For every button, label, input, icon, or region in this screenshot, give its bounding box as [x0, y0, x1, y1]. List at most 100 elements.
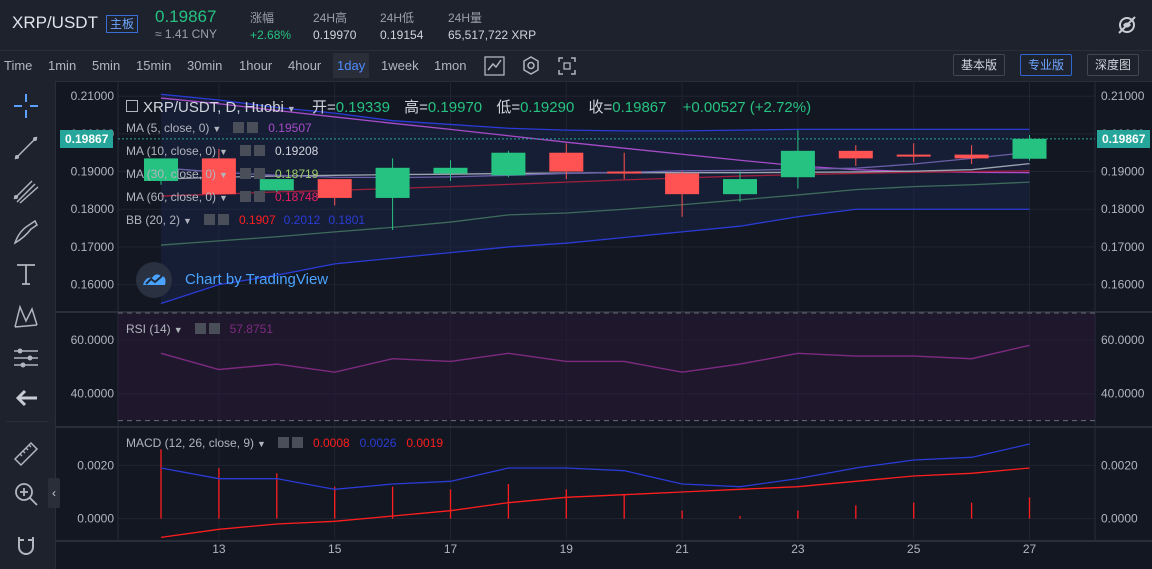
- settings-icon[interactable]: [194, 323, 206, 334]
- time-axis-label: 13: [212, 542, 226, 556]
- close-value: 0.19867: [612, 99, 667, 116]
- open-value: 0.19339: [335, 99, 390, 116]
- macd-line: [160, 443, 1030, 490]
- last-price: 0.19867: [155, 7, 217, 26]
- tf-30min[interactable]: 30min: [187, 58, 222, 73]
- rsi-axis-label: 60.0000: [1101, 333, 1145, 347]
- collapse-pane-icon[interactable]: [126, 100, 138, 112]
- bb-legend[interactable]: BB (20, 2) ▼ 0.1907 0.2012 0.1801: [126, 213, 365, 227]
- tf-4hour[interactable]: 4hour: [288, 58, 321, 73]
- close-icon[interactable]: [208, 323, 220, 334]
- tf-1day[interactable]: 1day: [333, 53, 370, 78]
- rsi-axis-label: 60.0000: [71, 333, 115, 347]
- close-icon[interactable]: [253, 191, 265, 202]
- ma30-legend[interactable]: MA (30, close, 0) ▼ 0.18719: [126, 167, 318, 181]
- change-value: +0.00527 (+2.72%): [682, 99, 812, 116]
- low-label: 低=: [496, 99, 521, 116]
- time-axis-label: 15: [328, 542, 342, 556]
- macd-signal-value: 0.0026: [359, 436, 397, 450]
- time-axis-label: 23: [791, 542, 805, 556]
- fullscreen-icon[interactable]: [554, 53, 580, 79]
- candle-body: [1012, 138, 1047, 159]
- candle-body: [665, 173, 700, 195]
- price-axis-label: 0.21000: [1101, 89, 1145, 103]
- stat-value-change: +2.68%: [250, 28, 292, 42]
- close-icon[interactable]: [217, 214, 229, 225]
- time-axis-label: 17: [444, 542, 458, 556]
- open-label: 开=: [311, 99, 336, 116]
- time-axis-label: 21: [675, 542, 689, 556]
- tradingview-watermark[interactable]: Chart by TradingView: [185, 271, 328, 288]
- ma5-legend[interactable]: MA (5, close, 0) ▼ 0.19507: [126, 121, 312, 135]
- tf-5min[interactable]: 5min: [92, 58, 120, 73]
- ma10-value: 0.19208: [274, 144, 319, 158]
- settings-icon[interactable]: [203, 214, 215, 225]
- bb-name: BB (20, 2): [126, 213, 181, 227]
- ma10-legend[interactable]: MA (10, close, 0) ▼ 0.19208: [126, 144, 318, 158]
- close-icon[interactable]: [253, 168, 265, 179]
- indicators-icon[interactable]: [518, 53, 544, 79]
- price-axis-label: 0.17000: [71, 240, 115, 254]
- settings-icon[interactable]: [239, 191, 251, 202]
- ruler-icon[interactable]: [11, 437, 41, 467]
- tradingview-logo-icon[interactable]: [136, 262, 172, 298]
- tf-15min[interactable]: 15min: [136, 58, 171, 73]
- tf-1hour[interactable]: 1hour: [239, 58, 272, 73]
- macd-axis-label: 0.0020: [1101, 458, 1138, 472]
- chart-style-icon[interactable]: [482, 53, 508, 79]
- text-tool-icon[interactable]: [11, 259, 41, 289]
- ma60-legend[interactable]: MA (60, close, 0) ▼ 0.18748: [126, 190, 318, 204]
- candle-body: [433, 167, 468, 174]
- rsi-legend[interactable]: RSI (14) ▼ 57.8751: [126, 322, 273, 336]
- ma5-name: MA (5, close, 0): [126, 121, 210, 135]
- price-axis-label: 0.17000: [1101, 240, 1145, 254]
- settings-icon[interactable]: [239, 145, 251, 156]
- tf-1week[interactable]: 1week: [381, 58, 419, 73]
- settings-icon[interactable]: [239, 168, 251, 179]
- stat-value-high: 0.19970: [313, 28, 357, 42]
- time-axis-label: 19: [560, 542, 574, 556]
- chart-toolbar: Time 1min 5min 15min 30min 1hour 4hour 1…: [0, 50, 1152, 82]
- main-legend: XRP/USDT, D, Huobi ▼ 开=0.19339 高=0.19970 …: [126, 96, 811, 117]
- view-basic-button[interactable]: 基本版: [953, 54, 1006, 76]
- settings-icon[interactable]: [277, 437, 289, 448]
- tf-1mon[interactable]: 1mon: [434, 58, 467, 73]
- current-price-tag-left: 0.19867: [60, 130, 114, 148]
- tf-1min[interactable]: 1min: [48, 58, 76, 73]
- back-arrow-icon[interactable]: [11, 383, 41, 413]
- close-label: 收=: [588, 99, 613, 116]
- zoom-in-icon[interactable]: [11, 479, 41, 509]
- settings-icon[interactable]: [233, 122, 245, 133]
- board-badge[interactable]: 主板: [106, 15, 139, 33]
- view-pro-button[interactable]: 专业版: [1020, 54, 1073, 76]
- close-icon[interactable]: [247, 122, 259, 133]
- magnet-icon[interactable]: [11, 531, 41, 561]
- view-depth-button[interactable]: 深度图: [1087, 54, 1140, 76]
- symbol-line[interactable]: XRP/USDT, D, Huobi: [143, 99, 284, 116]
- caret-icon[interactable]: ▼: [287, 104, 296, 114]
- price-axis-label: 0.18000: [1101, 202, 1145, 216]
- close-icon[interactable]: [291, 437, 303, 448]
- hide-indicators-icon[interactable]: [1114, 12, 1140, 38]
- prediction-tool-icon[interactable]: [11, 343, 41, 373]
- pattern-tool-icon[interactable]: [11, 301, 41, 331]
- trendline-icon[interactable]: [11, 133, 41, 163]
- ma5-value: 0.19507: [268, 121, 312, 135]
- close-icon[interactable]: [253, 145, 265, 156]
- macd-legend[interactable]: MACD (12, 26, close, 9) ▼ 0.0008 0.0026 0.00…: [126, 436, 443, 450]
- brush-icon[interactable]: [11, 217, 41, 247]
- macd-axis-label: 0.0000: [1101, 512, 1138, 526]
- crosshair-icon[interactable]: [11, 91, 41, 121]
- time-axis-label: 25: [907, 542, 921, 556]
- price-axis-label: 0.18000: [71, 202, 115, 216]
- tf-time[interactable]: Time: [4, 58, 32, 73]
- candle-body: [838, 150, 873, 159]
- candle-body: [607, 171, 642, 174]
- rsi-name: RSI (14): [126, 322, 171, 336]
- macd-signal-line: [160, 467, 1030, 538]
- stat-value-volume: 65,517,722 XRP: [448, 28, 537, 42]
- candle-body: [723, 179, 757, 195]
- price-axis-label: 0.16000: [71, 278, 115, 292]
- fib-tool-icon[interactable]: [11, 175, 41, 205]
- macd-axis-label: 0.0000: [77, 512, 114, 526]
